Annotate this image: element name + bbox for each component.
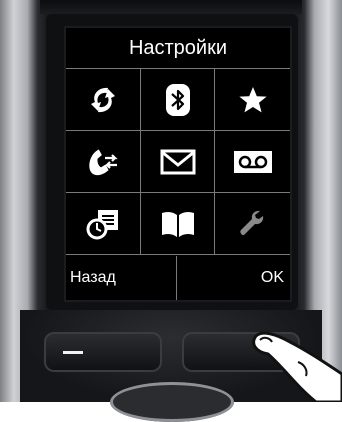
menu-item-organizer[interactable] xyxy=(66,193,141,255)
menu-item-messages[interactable] xyxy=(141,131,215,193)
menu-item-directory[interactable] xyxy=(141,193,215,255)
menu-item-bluetooth[interactable] xyxy=(141,69,215,131)
navigation-key[interactable] xyxy=(110,382,234,422)
bluetooth-icon xyxy=(165,83,190,116)
minus-symbol xyxy=(63,351,83,354)
finger-illustration xyxy=(252,331,342,402)
softkey-back[interactable]: Назад xyxy=(66,256,177,300)
menu-item-voicemail[interactable] xyxy=(215,131,290,193)
softkey-bar: Назад OK xyxy=(66,256,290,300)
menu-item-favorites[interactable] xyxy=(215,69,290,131)
menu-item-sync[interactable] xyxy=(66,69,141,131)
message-envelope-icon xyxy=(160,149,195,174)
menu-item-settings[interactable] xyxy=(215,193,290,255)
softkey-ok-label: OK xyxy=(260,269,284,286)
phone-body: Настройки Назад OK xyxy=(0,0,342,422)
display-screen: Настройки Назад OK xyxy=(64,26,292,302)
left-display-key[interactable] xyxy=(44,332,162,372)
settings-wrench-icon xyxy=(239,210,263,235)
softkey-back-label: Назад xyxy=(70,269,116,286)
menu-item-call-forwarding[interactable] xyxy=(66,131,141,193)
screen-title: Настройки xyxy=(66,28,290,69)
settings-menu-grid xyxy=(66,69,290,255)
phonebook-icon xyxy=(161,211,194,237)
reminder-calendar-icon xyxy=(86,209,118,239)
softkey-ok[interactable]: OK xyxy=(177,256,290,300)
star-icon xyxy=(238,86,267,112)
call-forward-icon xyxy=(89,148,118,175)
sync-icon xyxy=(91,87,115,112)
voicemail-icon xyxy=(233,150,272,173)
phone-top-edge xyxy=(40,0,302,14)
